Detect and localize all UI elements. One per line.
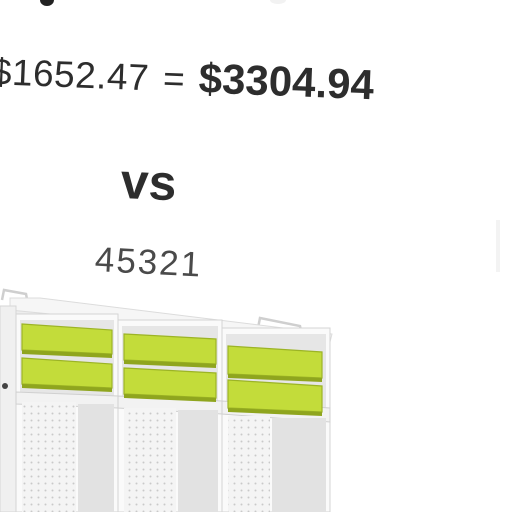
top-faint-decoration [270, 0, 286, 4]
price-equation: $1652.47 = $3304.94 [0, 46, 512, 138]
faint-edge-decoration [496, 220, 500, 272]
vs-label: vs [119, 152, 178, 212]
total-price: $3304.94 [197, 54, 375, 109]
original-price: $1652.47 [0, 50, 150, 99]
equals-sign: = [162, 57, 186, 100]
cabinet-image [0, 288, 333, 512]
top-dot-decoration [40, 0, 54, 6]
cabinet-side-panel [0, 305, 17, 512]
product-code: 45321 [93, 240, 204, 285]
